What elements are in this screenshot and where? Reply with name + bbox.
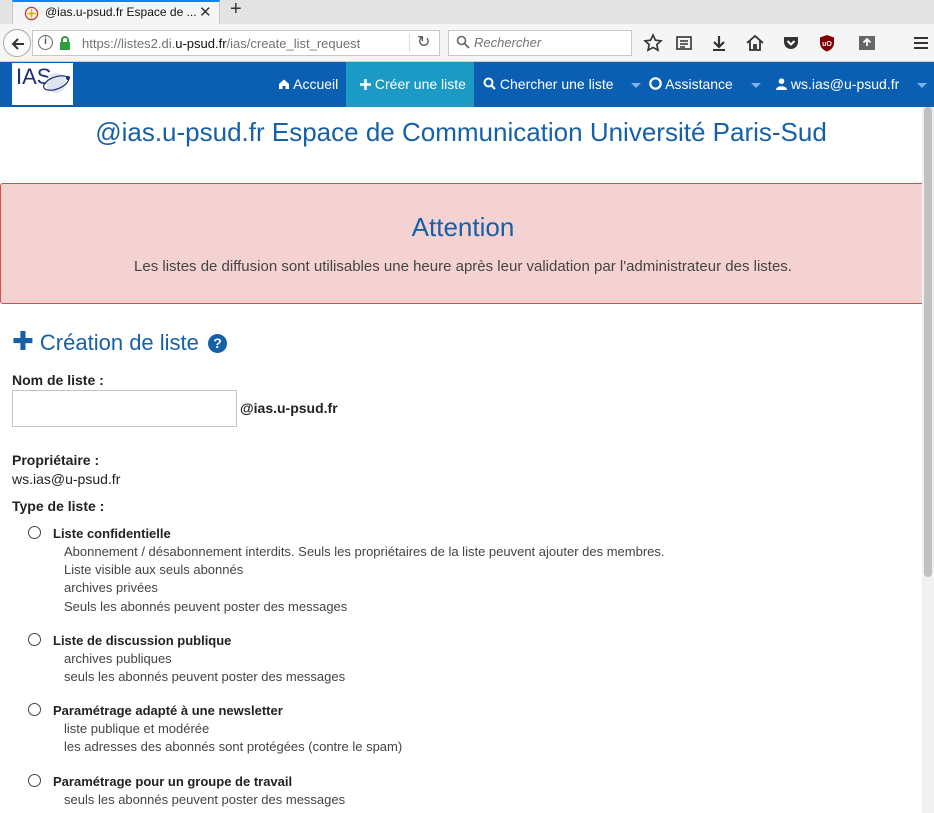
browser-tab[interactable]: @ias.u-psud.fr Espace de ... ✕ [12, 0, 220, 24]
page-scrollbar[interactable] [922, 107, 934, 813]
new-tab-icon[interactable]: + [230, 0, 242, 21]
nav-label: Chercher une liste [499, 76, 614, 92]
list-type-label: Type de liste : [12, 498, 105, 514]
nav-user-menu[interactable]: ws.ias@u-psud.fr [776, 62, 928, 107]
owner-value: ws.ias@u-psud.fr [12, 471, 121, 487]
radio-discussion-publique[interactable] [28, 633, 41, 646]
nav-creer-liste[interactable]: Créer une liste [346, 62, 474, 107]
option-title: Liste de discussion publique [53, 633, 232, 648]
owner-label: Propriétaire : [12, 452, 100, 468]
nav-assistance[interactable]: Assistance [649, 62, 761, 107]
option-description: archives publiques [64, 651, 172, 666]
search-icon [456, 35, 470, 49]
option-title: Paramétrage adapté à une newsletter [53, 703, 283, 718]
user-icon [776, 78, 787, 90]
scrollbar-thumb[interactable] [924, 107, 932, 577]
url-text: https://listes2.di.u-psud.fr/ias/create_… [82, 36, 360, 51]
radio-groupe-travail[interactable] [28, 774, 41, 787]
option-description: archives privées [64, 580, 158, 595]
pocket-icon[interactable] [781, 33, 801, 53]
radio-confidentielle[interactable] [28, 526, 41, 539]
chevron-down-icon [917, 82, 928, 88]
nav-label: ws.ias@u-psud.fr [790, 76, 900, 92]
url-separator [409, 34, 410, 52]
back-arrow-icon [11, 38, 24, 50]
option-description: les adresses des abonnés sont protégées … [64, 739, 403, 754]
plus-icon: ✚ [12, 326, 34, 356]
option-description: Liste visible aux seuls abonnés [64, 562, 244, 577]
plus-icon [360, 79, 371, 90]
list-domain-suffix: @ias.u-psud.fr [240, 400, 338, 416]
browser-toolbar: i https://listes2.di.u-psud.fr/ias/creat… [0, 24, 934, 62]
section-title: Création de liste [39, 330, 199, 355]
attention-alert: Attention Les listes de diffusion sont u… [0, 183, 926, 304]
chevron-down-icon [750, 82, 761, 88]
info-icon[interactable]: i [38, 35, 53, 50]
nav-label: Créer une liste [374, 76, 466, 92]
url-path: /ias/create_list_request [226, 36, 361, 51]
option-description: seuls les abonnés peuvent poster des mes… [64, 669, 346, 684]
ublock-icon[interactable]: uO [817, 33, 837, 53]
list-name-input[interactable] [12, 390, 237, 427]
menu-hamburger-icon[interactable] [911, 33, 931, 53]
close-tab-icon[interactable]: ✕ [199, 3, 212, 21]
section-heading: ✚ Création de liste ? [12, 326, 228, 357]
url-domain: u-psud.fr [175, 36, 227, 51]
lifebuoy-icon [649, 77, 662, 90]
back-button[interactable] [3, 29, 31, 57]
option-description: seuls les abonnés peuvent poster des mes… [64, 792, 346, 807]
nav-label: Accueil [293, 76, 339, 92]
logo-orbit-icon [43, 73, 70, 93]
search-bar[interactable] [448, 30, 632, 56]
nav-chercher-liste[interactable]: Chercher une liste [483, 62, 642, 107]
site-favicon-icon [24, 6, 39, 21]
site-title: @ias.u-psud.fr Espace de Communication U… [95, 117, 827, 147]
nav-label: Assistance [665, 76, 733, 92]
option-title: Liste confidentielle [53, 526, 171, 541]
radio-newsletter[interactable] [28, 703, 41, 716]
help-icon[interactable]: ? [208, 334, 228, 353]
svg-text:uO: uO [822, 41, 832, 48]
url-scheme-host: https://listes2.di. [82, 36, 176, 51]
tab-strip: @ias.u-psud.fr Espace de ... ✕ + [0, 0, 934, 24]
download-icon[interactable] [709, 33, 729, 53]
option-description: Seuls les abonnés peuvent poster des mes… [64, 599, 348, 614]
alert-title: Attention [411, 212, 515, 242]
home-icon [279, 79, 289, 89]
screenshot-extension-icon[interactable] [857, 33, 877, 53]
list-name-label: Nom de liste : [12, 372, 104, 388]
search-icon [483, 77, 496, 90]
option-description: Abonnement / désabonnement interdits. Se… [64, 544, 665, 559]
search-input[interactable] [474, 35, 624, 50]
option-description: liste publique et modérée [64, 721, 210, 736]
reload-icon[interactable]: ↻ [417, 32, 430, 52]
bookmark-star-icon[interactable] [643, 33, 663, 53]
nav-accueil[interactable]: Accueil [278, 62, 340, 107]
reading-list-icon[interactable] [674, 33, 694, 53]
option-title: Paramétrage pour un groupe de travail [53, 774, 293, 789]
chevron-down-icon [631, 82, 642, 88]
tab-title: @ias.u-psud.fr Espace de ... [45, 5, 197, 19]
alert-message: Les listes de diffusion sont utilisables… [134, 258, 792, 275]
ias-logo[interactable]: IAS [12, 63, 73, 105]
address-bar[interactable]: i https://listes2.di.u-psud.fr/ias/creat… [32, 30, 440, 56]
home-icon[interactable] [745, 33, 765, 53]
lock-icon [60, 36, 70, 50]
